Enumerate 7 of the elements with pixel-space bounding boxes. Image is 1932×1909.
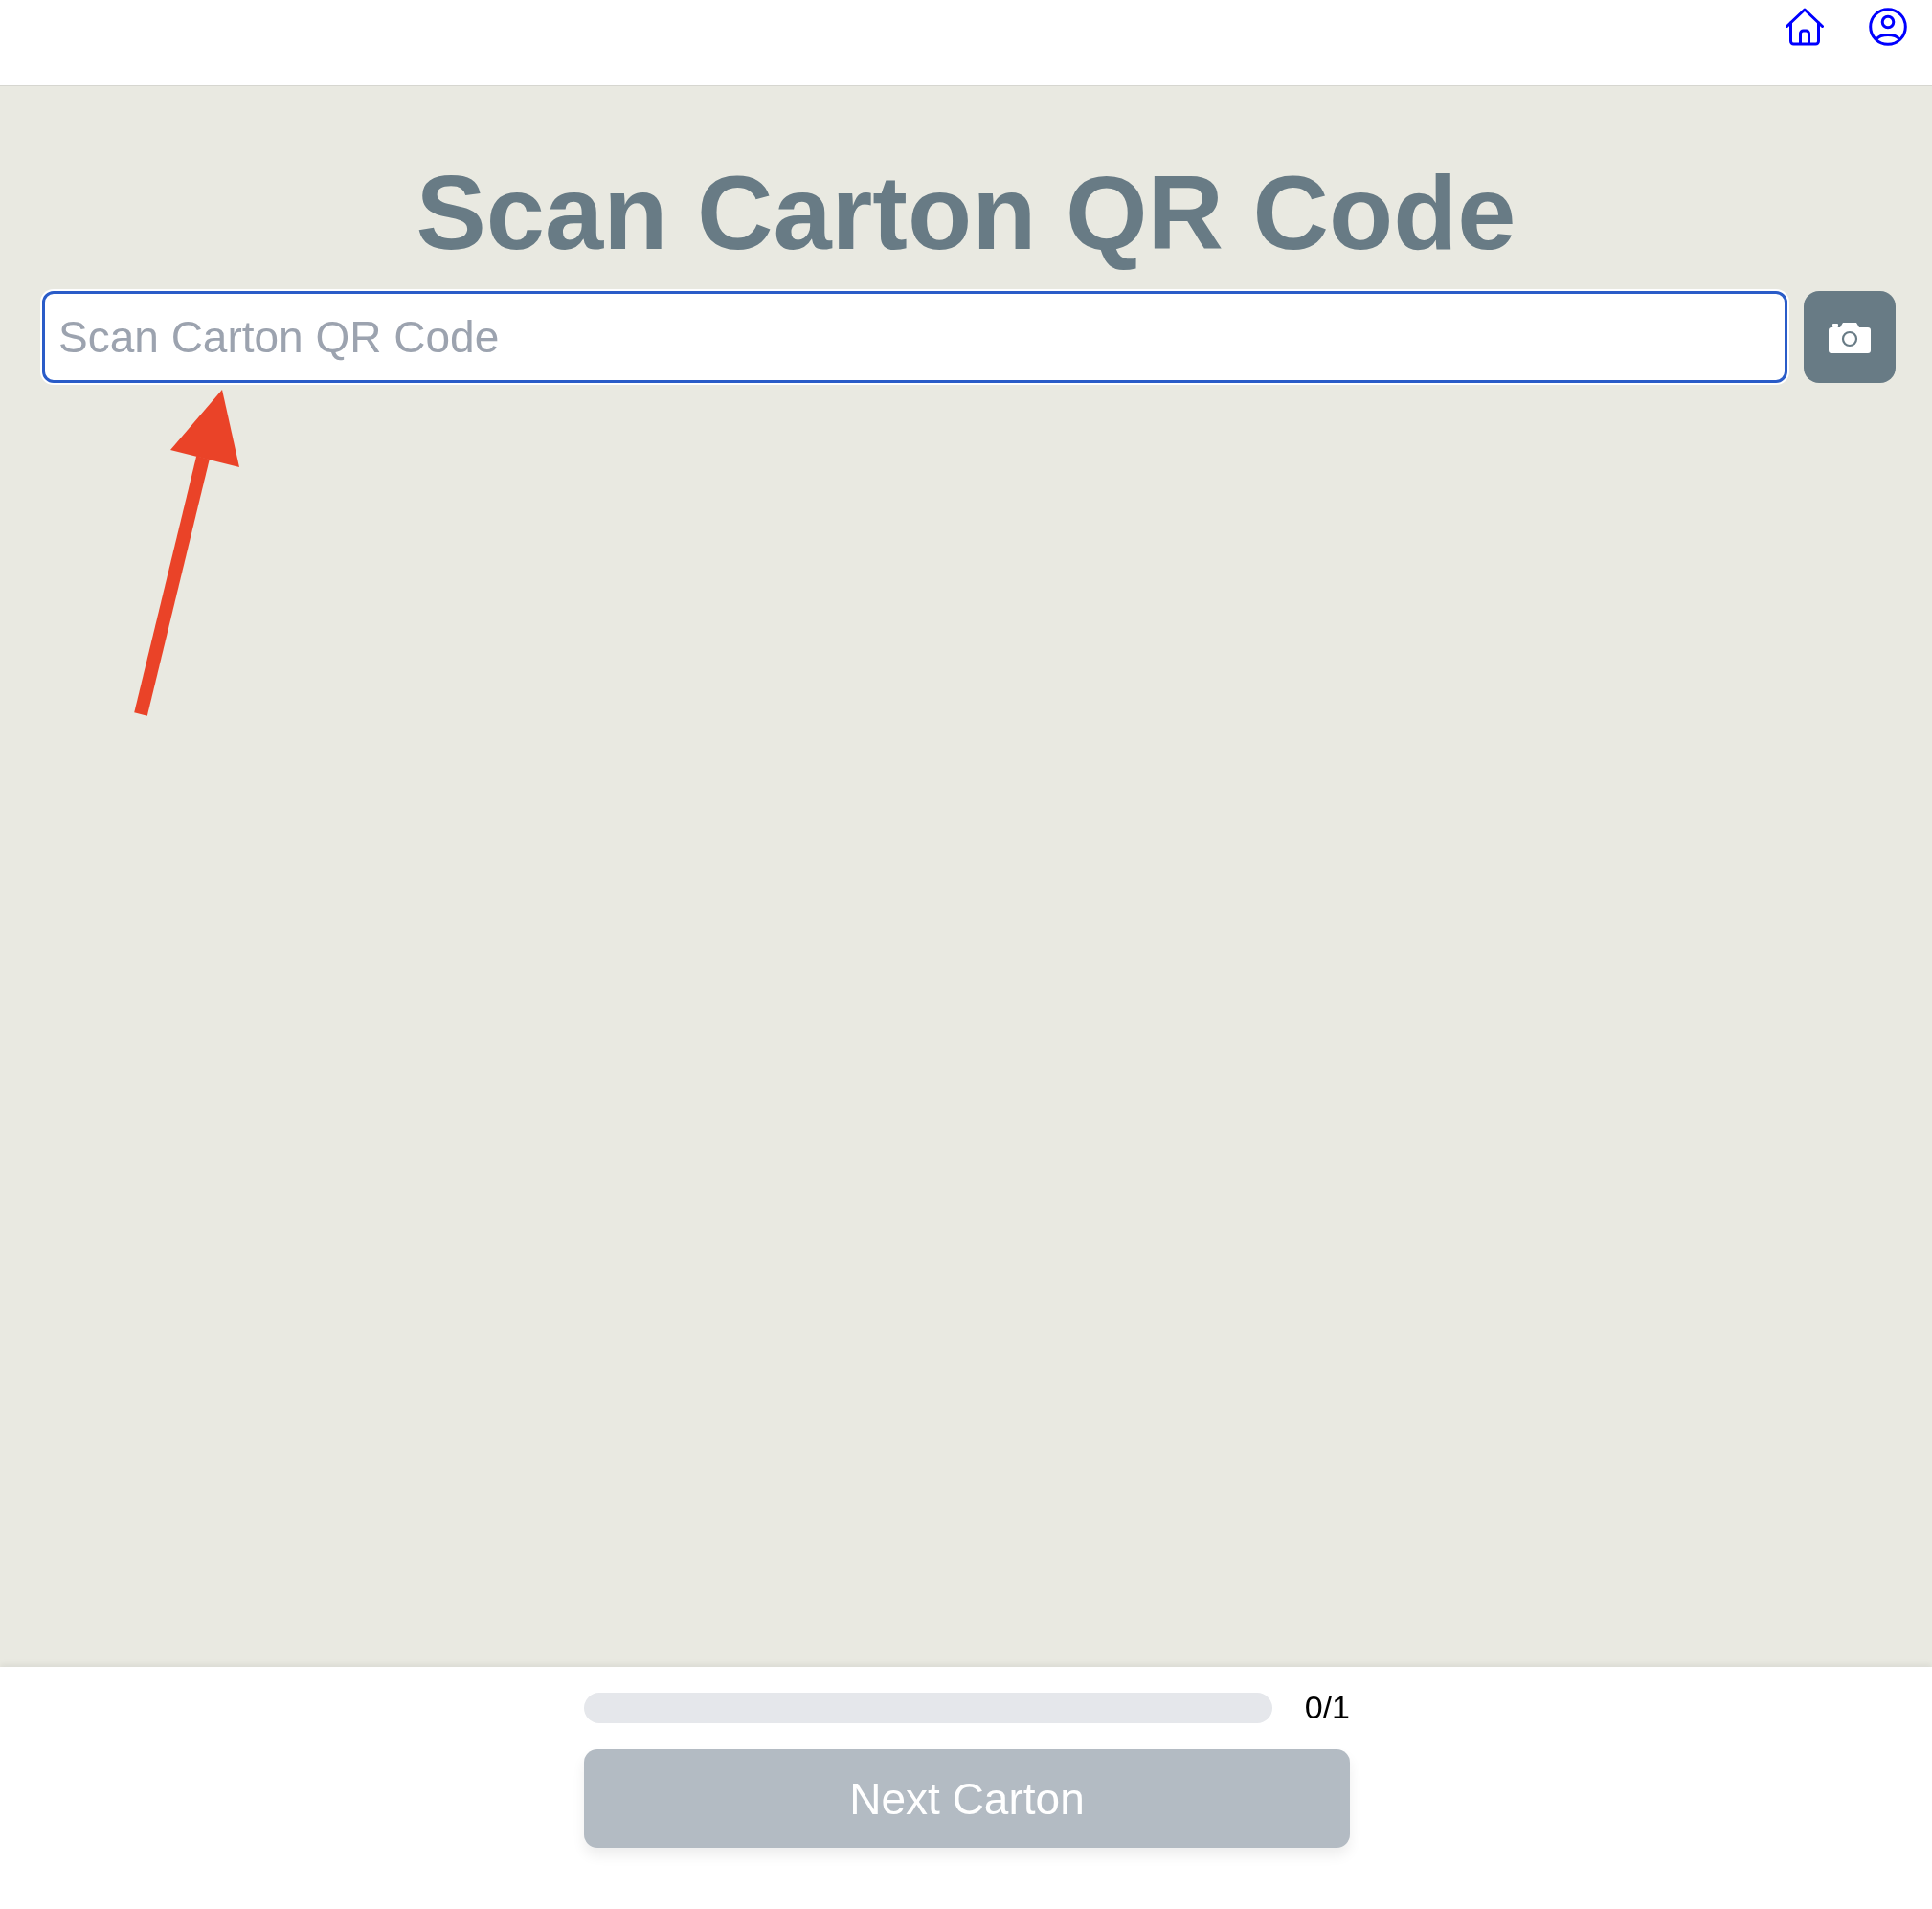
home-icon[interactable] (1785, 8, 1825, 46)
progress-count: 0/1 (1304, 1689, 1350, 1726)
camera-icon (1829, 321, 1871, 353)
camera-button[interactable] (1804, 291, 1896, 383)
scan-input-field[interactable]: Scan Carton QR Code (42, 291, 1787, 383)
user-profile-icon[interactable] (1869, 8, 1907, 46)
page-title: Scan Carton QR Code (415, 152, 1517, 273)
